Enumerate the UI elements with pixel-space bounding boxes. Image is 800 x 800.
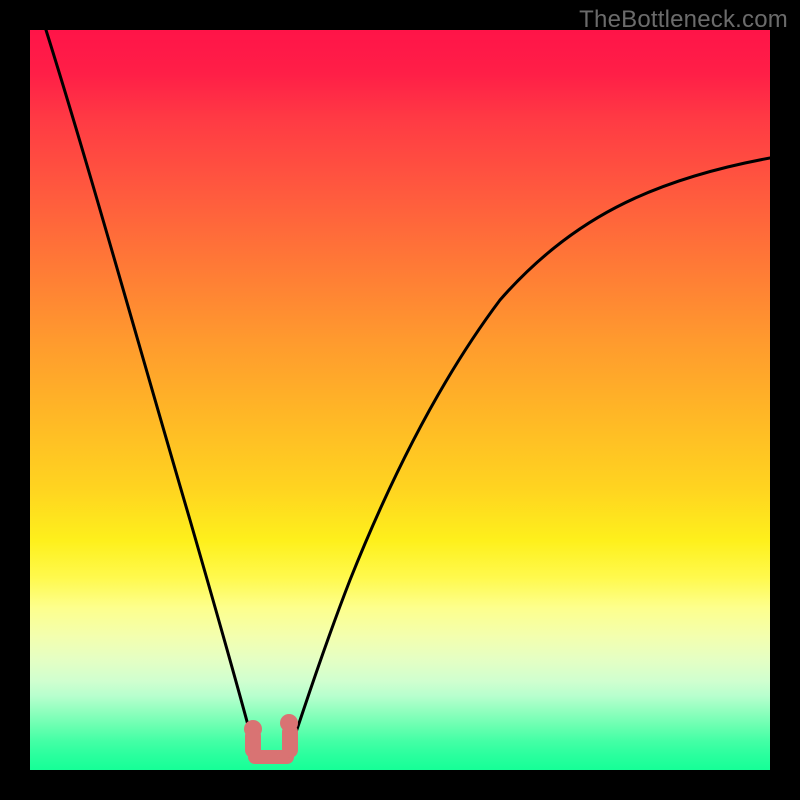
curve-right-branch [286,158,770,760]
bottleneck-curve [30,30,770,770]
optimal-marker-right-dot [280,714,298,732]
curve-left-branch [46,30,258,760]
watermark-label: TheBottleneck.com [579,6,788,34]
chart-plot-area [30,30,770,770]
